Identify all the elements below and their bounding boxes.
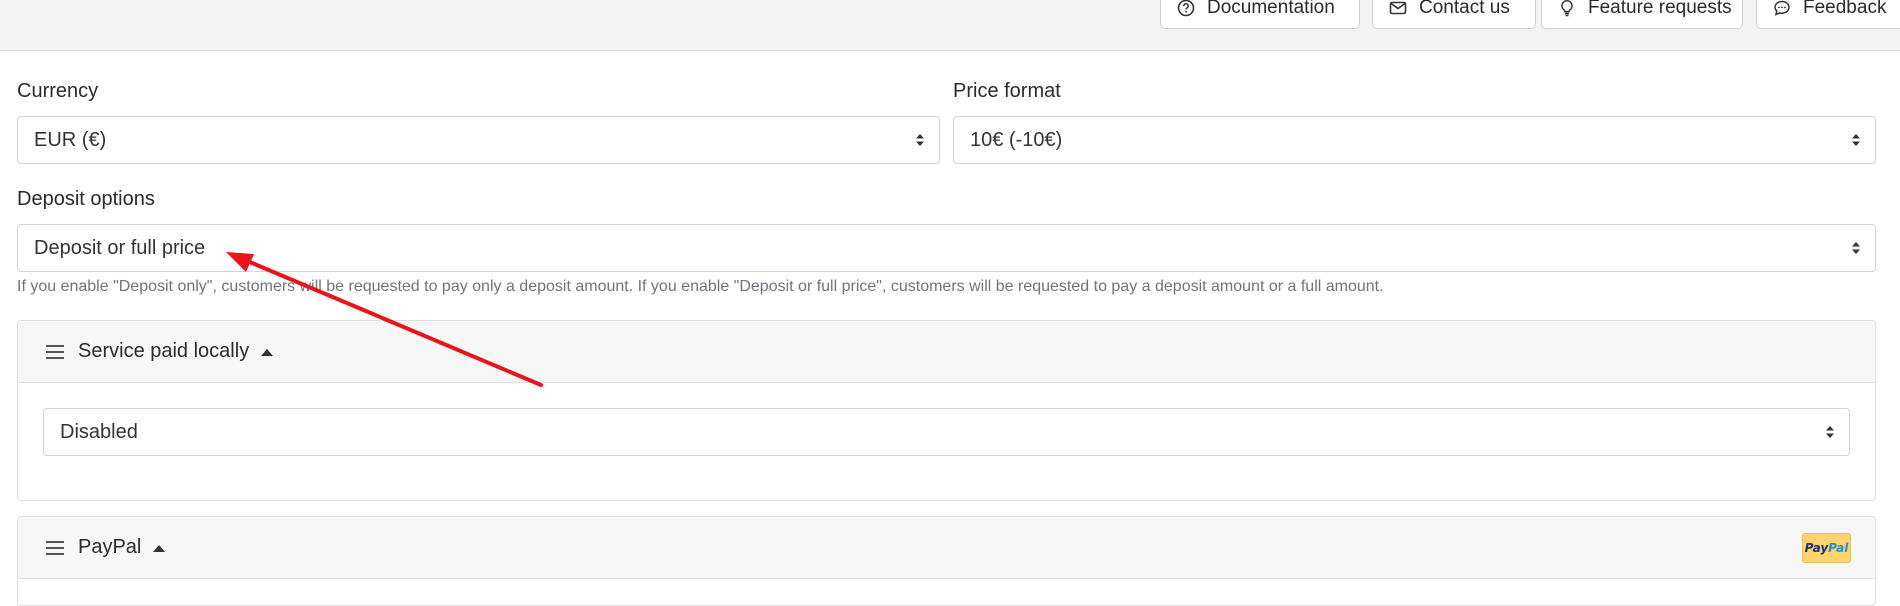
paypal-logo-pay: Pay	[1804, 541, 1829, 555]
select-caret-icon	[1852, 134, 1860, 146]
deposit-options-select[interactable]: Deposit or full price	[17, 224, 1876, 272]
feature-requests-label: Feature requests	[1588, 0, 1732, 18]
annotation-arrow	[226, 252, 543, 387]
select-caret-icon	[1826, 426, 1834, 438]
service-paid-locally-card: Service paid locally Disabled	[17, 320, 1876, 501]
service-paid-locally-value: Disabled	[60, 420, 138, 443]
chat-dots-icon	[1774, 0, 1790, 16]
contact-us-button[interactable]: Contact us	[1372, 0, 1536, 29]
lightbulb-icon	[1561, 0, 1573, 16]
currency-select[interactable]: EUR (€)	[17, 116, 940, 164]
caret-up-icon[interactable]	[153, 544, 166, 552]
feature-requests-button[interactable]: Feature requests	[1541, 0, 1743, 29]
feedback-label: Feedback	[1803, 0, 1887, 18]
paypal-title: PayPal	[78, 536, 142, 558]
feedback-button[interactable]: Feedback	[1756, 0, 1900, 29]
price-format-select[interactable]: 10€ (-10€)	[953, 116, 1876, 164]
deposit-options-label: Deposit options	[17, 188, 155, 210]
envelope-icon	[1389, 1, 1407, 14]
documentation-label: Documentation	[1207, 0, 1335, 18]
service-paid-locally-select[interactable]: Disabled	[43, 408, 1850, 456]
top-bar: Documentation Contact us Feature request…	[0, 0, 1900, 51]
service-paid-locally-title: Service paid locally	[78, 340, 250, 362]
question-circle-icon	[1177, 0, 1195, 16]
currency-value: EUR (€)	[34, 128, 107, 151]
service-paid-locally-header[interactable]: Service paid locally	[18, 321, 1875, 383]
drag-handle-icon[interactable]	[46, 344, 64, 360]
contact-us-label: Contact us	[1419, 0, 1510, 18]
select-caret-icon	[916, 134, 924, 146]
select-caret-icon	[1852, 242, 1860, 254]
currency-label: Currency	[17, 80, 99, 102]
paypal-logo-pal: Pal	[1828, 541, 1849, 555]
paypal-header[interactable]: PayPal Pay Pal	[18, 517, 1875, 579]
deposit-options-value: Deposit or full price	[34, 236, 206, 259]
paypal-logo: Pay Pal	[1802, 533, 1851, 563]
documentation-button[interactable]: Documentation	[1160, 0, 1360, 29]
caret-up-icon[interactable]	[261, 348, 274, 356]
drag-handle-icon[interactable]	[46, 540, 64, 556]
price-format-value: 10€ (-10€)	[970, 128, 1063, 151]
price-format-label: Price format	[953, 80, 1061, 102]
deposit-help-text: If you enable "Deposit only", customers …	[17, 278, 1384, 295]
